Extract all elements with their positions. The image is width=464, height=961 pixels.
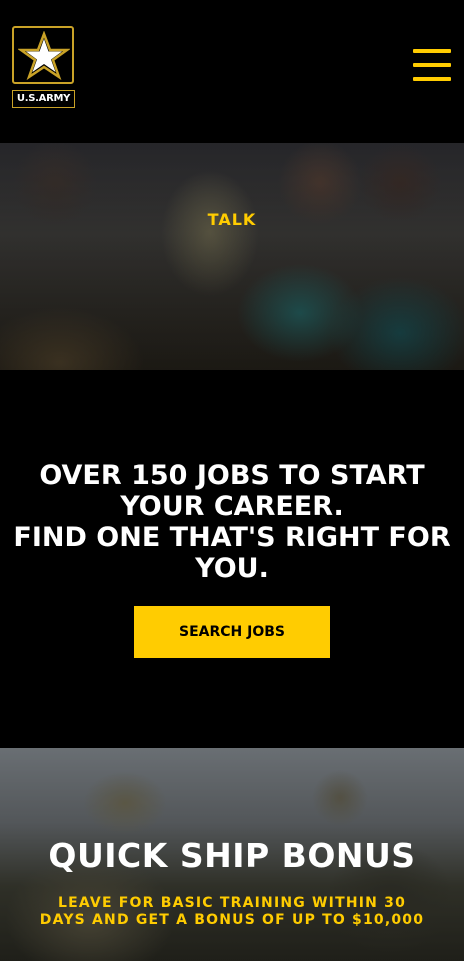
hero-label: TALK (207, 210, 257, 229)
army-star-icon (12, 26, 74, 84)
hero-image-overlay (0, 143, 464, 370)
bonus-description: LEAVE FOR BASIC TRAINING WITHIN 30 DAYS … (39, 895, 425, 928)
jobs-heading: OVER 150 JOBS TO START YOUR CAREER. FIND… (0, 460, 464, 584)
jobs-heading-line: OVER 150 JOBS TO START (39, 460, 425, 491)
hamburger-menu-icon[interactable] (411, 47, 453, 83)
logo-wordmark: U.S.ARMY (12, 90, 75, 108)
bonus-title: QUICK SHIP BONUS (48, 836, 416, 875)
search-jobs-button[interactable]: SEARCH JOBS (134, 606, 330, 658)
hero-banner[interactable]: TALK (0, 143, 464, 370)
us-army-logo[interactable]: U.S.ARMY (12, 26, 75, 110)
jobs-heading-line: YOU. (195, 553, 269, 584)
jobs-heading-line: FIND ONE THAT'S RIGHT FOR (13, 522, 451, 553)
jobs-heading-line: YOUR CAREER. (120, 491, 344, 522)
jobs-section: OVER 150 JOBS TO START YOUR CAREER. FIND… (0, 370, 464, 748)
quick-ship-bonus-section[interactable]: QUICK SHIP BONUS LEAVE FOR BASIC TRAININ… (0, 748, 464, 961)
site-header: U.S.ARMY (0, 0, 464, 143)
